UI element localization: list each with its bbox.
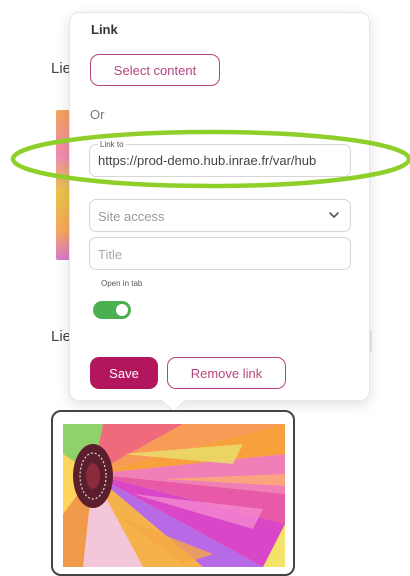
open-in-tab-toggle[interactable] [93,301,131,319]
select-content-button[interactable]: Select content [90,54,220,86]
title-placeholder: Title [98,247,123,262]
or-label: Or [90,107,105,122]
link-to-value[interactable]: https://prod-demo.hub.inrae.fr/var/hub [98,153,350,168]
background-image-fragment [56,110,70,260]
link-to-label: Link to [98,140,126,149]
site-access-placeholder: Site access [98,209,165,224]
image-card[interactable] [51,410,295,576]
save-button[interactable]: Save [90,357,158,389]
link-popover: Link Select content Or Link to https://p… [69,12,370,401]
flower-image [63,424,285,567]
popover-title: Link [91,22,118,37]
title-field[interactable]: Title [89,237,351,270]
remove-link-button[interactable]: Remove link [167,357,286,389]
open-in-tab-label: Open in tab [101,279,143,288]
chevron-down-icon [329,212,339,218]
link-to-field[interactable]: Link to https://prod-demo.hub.inrae.fr/v… [89,140,351,177]
site-access-select[interactable]: Site access [89,199,351,232]
toggle-knob [116,304,128,316]
